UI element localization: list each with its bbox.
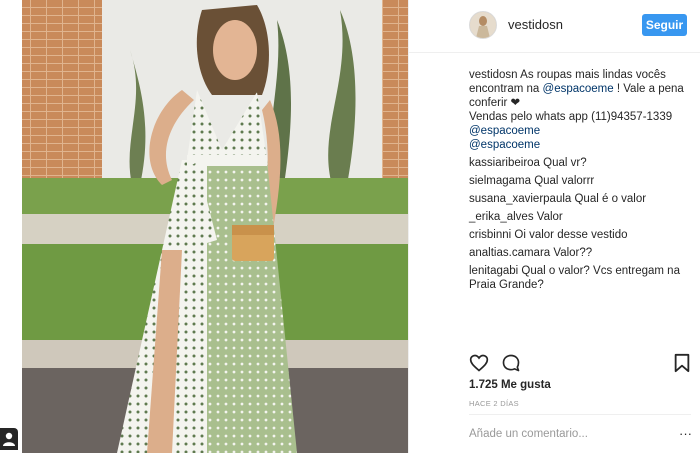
list-item: crisbinni Oi valor desse vestido <box>469 228 694 242</box>
post-timestamp[interactable]: HACE 2 DÍAS <box>469 399 519 408</box>
list-item: analtias.camara Valor?? <box>469 246 694 260</box>
heart-icon[interactable] <box>469 353 489 378</box>
left-gutter <box>0 0 22 453</box>
avatar[interactable] <box>469 11 497 39</box>
list-item: susana_xavierpaula Qual é o valor <box>469 192 694 206</box>
comment-username[interactable]: _erika_alves <box>469 211 534 223</box>
list-item: kassiaribeiroa Qual vr? <box>469 156 694 170</box>
caption-line-1: vestidosn As roupas mais lindas vocês en… <box>469 68 694 110</box>
comment-text: Qual vr? <box>539 157 587 169</box>
comments-list: vestidosn As roupas mais lindas vocês en… <box>469 68 694 292</box>
likes-count[interactable]: 1.725 Me gusta <box>469 379 551 391</box>
speech-bubble-icon[interactable] <box>501 353 521 378</box>
comment-username[interactable]: lenitagabi <box>469 265 518 277</box>
comment-username[interactable]: kassiaribeiroa <box>469 157 540 169</box>
comment-username[interactable]: sielmagama <box>469 175 531 187</box>
post-header: vestidosn Seguir <box>409 0 700 53</box>
post-photo[interactable] <box>22 0 408 453</box>
comment-username[interactable]: analtias.camara <box>469 247 550 259</box>
caption-username[interactable]: vestidosn <box>469 69 518 81</box>
comment-username[interactable]: susana_xavierpaula <box>469 193 571 205</box>
comment-text: Qual valorrr <box>531 175 595 187</box>
divider <box>469 414 691 415</box>
comment-text: Valor <box>533 211 563 223</box>
comment-text: Qual é o valor <box>571 193 647 205</box>
more-options-icon[interactable]: ··· <box>679 426 692 441</box>
post-details-panel: vestidosn Seguir vestidosn As roupas mai… <box>408 0 700 453</box>
comment-input[interactable] <box>469 426 679 442</box>
comment-username[interactable]: crisbinni <box>469 229 511 241</box>
caption-line-2: Vendas pelo whats app (11)94357-1339 <box>469 111 673 123</box>
follow-button[interactable]: Seguir <box>642 14 687 36</box>
caption-mention-2[interactable]: @espacoeme <box>469 125 540 137</box>
list-item: lenitagabi Qual o valor? Vcs entregam na… <box>469 264 694 292</box>
caption-mention-1[interactable]: @espacoeme <box>543 83 614 95</box>
list-item: sielmagama Qual valorrr <box>469 174 694 188</box>
comment-text: Oi valor desse vestido <box>511 229 628 241</box>
comment-text: Valor?? <box>550 247 593 259</box>
post-actions <box>469 353 691 375</box>
bookmark-icon[interactable] <box>673 353 691 378</box>
caption-mention-3[interactable]: @espacoeme <box>469 139 540 151</box>
list-item: _erika_alves Valor <box>469 210 694 224</box>
person-icon[interactable] <box>0 428 18 450</box>
post-caption: vestidosn As roupas mais lindas vocês en… <box>469 68 694 152</box>
post-username[interactable]: vestidosn <box>508 17 563 32</box>
